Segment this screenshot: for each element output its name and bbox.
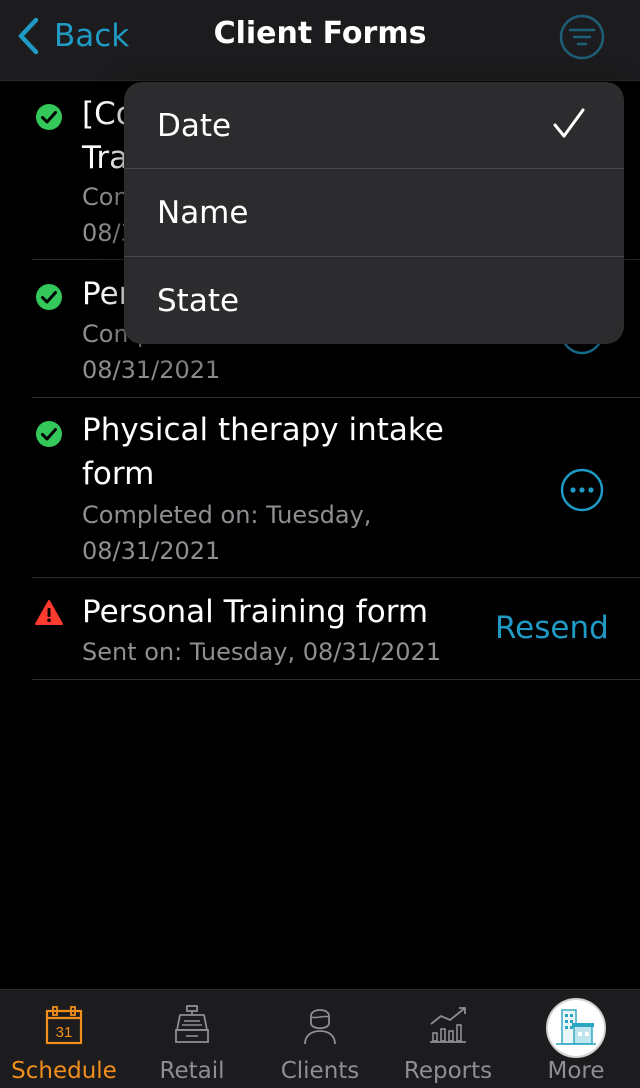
sort-option-state[interactable]: State [124, 257, 624, 344]
tab-retail[interactable]: Retail [128, 990, 256, 1088]
warning-triangle-icon [34, 598, 64, 628]
tab-label: Retail [159, 1058, 225, 1084]
tab-label: Schedule [11, 1058, 117, 1084]
sort-option-date[interactable]: Date [124, 82, 624, 170]
check-circle-icon [34, 419, 64, 449]
person-icon [304, 1009, 336, 1045]
form-meta-line: 08/31/2021 [82, 356, 221, 384]
tab-schedule[interactable]: 31 Schedule [0, 990, 128, 1088]
tab-clients[interactable]: Clients [256, 990, 384, 1088]
tab-label: More [547, 1058, 605, 1084]
form-row[interactable]: Physical therapy intake form Completed o… [32, 398, 640, 578]
form-title-line: form [82, 456, 155, 492]
sort-option-name[interactable]: Name [124, 169, 624, 257]
sort-option-label: Name [157, 195, 249, 231]
form-title: Personal Training form [82, 590, 502, 634]
back-label: Back [54, 18, 130, 54]
sort-menu: Date Name State [124, 82, 624, 344]
back-button[interactable]: Back [16, 14, 129, 58]
resend-button[interactable]: Resend [495, 610, 609, 646]
tab-reports[interactable]: Reports [384, 990, 512, 1088]
tab-bar: 31 Schedule Retail Clients Reports More [0, 989, 640, 1088]
form-title-line: Personal Training form [82, 594, 429, 630]
ellipsis-circle-icon [560, 468, 604, 512]
filter-button[interactable] [558, 13, 606, 61]
tab-label: Reports [403, 1058, 493, 1084]
tab-label: Clients [280, 1058, 360, 1084]
form-title: Physical therapy intake form [82, 408, 462, 496]
filter-lines-icon [559, 14, 605, 60]
sort-option-label: Date [157, 108, 232, 144]
calendar-icon: 31 [45, 1006, 83, 1045]
form-row[interactable]: Personal Training form Sent on: Tuesday,… [32, 578, 640, 680]
form-meta: Completed on: Tuesday, 08/31/2021 [82, 497, 462, 569]
building-avatar-icon [546, 998, 606, 1058]
cash-register-icon [175, 1005, 209, 1043]
check-circle-icon [34, 282, 64, 312]
form-meta: Sent on: Tuesday, 08/31/2021 [82, 634, 502, 670]
form-meta-line: 08/31/2021 [82, 537, 221, 565]
chevron-left-icon [18, 17, 39, 55]
sort-option-label: State [157, 283, 240, 319]
form-meta-line: Sent on: Tuesday, 08/31/2021 [82, 638, 442, 666]
form-meta-line: Completed on: Tuesday, [82, 501, 372, 529]
nav-bar: Back Client Forms [0, 0, 640, 81]
bar-chart-icon [430, 1007, 466, 1043]
more-options-button[interactable] [559, 467, 605, 513]
calendar-day: 31 [56, 1024, 73, 1041]
tab-more[interactable]: More [512, 990, 640, 1088]
check-circle-icon [34, 102, 64, 132]
form-title-line: Physical therapy intake [82, 412, 444, 448]
checkmark-icon [553, 108, 585, 138]
